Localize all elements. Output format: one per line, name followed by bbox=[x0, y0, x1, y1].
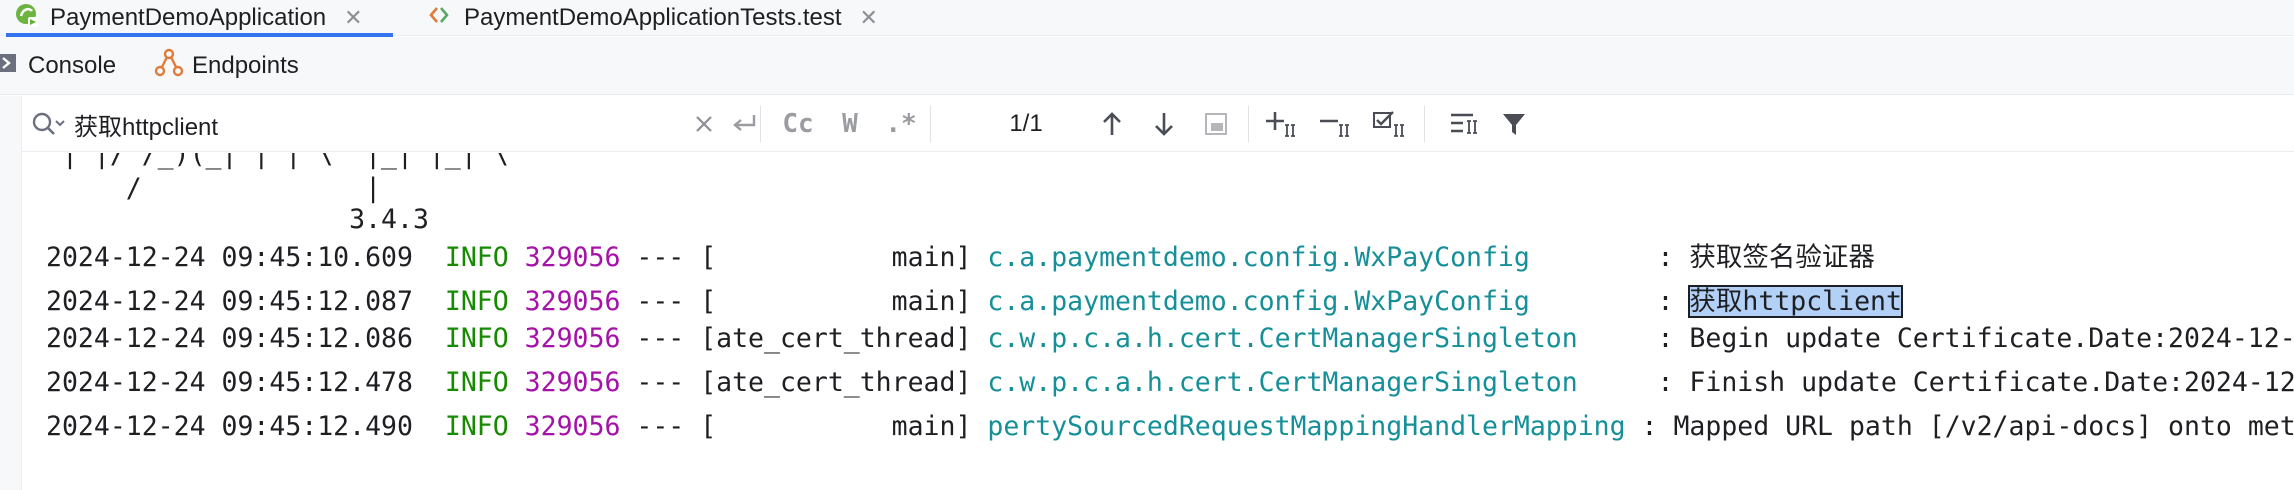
log-logger[interactable]: c.a.paymentdemo.config.WxPayConfig bbox=[987, 242, 1529, 273]
tab-payment-demo-application[interactable]: PaymentDemoApplication ✕ bbox=[6, 0, 393, 37]
remove-occurrence-icon[interactable] bbox=[1312, 96, 1360, 152]
filter-settings-icon[interactable] bbox=[1442, 96, 1486, 152]
select-all-icon[interactable] bbox=[1366, 96, 1414, 152]
log-pad bbox=[1578, 367, 1658, 398]
search-query: 获取httpclient bbox=[74, 113, 219, 141]
search-input[interactable]: 获取httpclient bbox=[74, 96, 674, 152]
log-colon: : bbox=[1657, 242, 1690, 273]
log-timestamp: 2024-12-24 09:45:12.087 bbox=[46, 286, 413, 317]
log-thread: [ate_cert_thread] bbox=[700, 323, 972, 354]
console-icon bbox=[0, 52, 18, 81]
separator bbox=[1248, 106, 1249, 142]
console-side-toolbar bbox=[0, 96, 22, 490]
filter-icon[interactable] bbox=[1492, 96, 1536, 152]
separator bbox=[1424, 106, 1425, 142]
match-case-button[interactable]: Cc bbox=[774, 96, 822, 152]
arrow-down-icon[interactable] bbox=[1142, 96, 1186, 152]
tab-label: PaymentDemoApplicationTests.test bbox=[464, 4, 842, 31]
log-level: INFO bbox=[428, 242, 509, 273]
log-separator: --- bbox=[620, 242, 701, 273]
tab-label: PaymentDemoApplication bbox=[50, 4, 327, 31]
match-count: 1/1 bbox=[986, 96, 1066, 152]
tab-payment-demo-application-tests[interactable]: PaymentDemoApplicationTests.test ✕ bbox=[428, 0, 878, 36]
log-line: 2024-12-24 09:45:12.086 INFO 329056 --- … bbox=[46, 323, 2294, 354]
editor-tab-bar: PaymentDemoApplication ✕ PaymentDemoAppl… bbox=[0, 0, 2294, 37]
log-message: 获取签名验证器 bbox=[1689, 242, 1875, 273]
log-level: INFO bbox=[428, 286, 509, 317]
log-pid: 329056 bbox=[524, 323, 621, 354]
search-match-highlight: 获取httpclient bbox=[1688, 285, 1903, 318]
log-colon: : bbox=[1657, 367, 1690, 398]
regex-label: .* bbox=[885, 109, 917, 139]
log-pid: 329056 bbox=[524, 286, 621, 317]
new-line-icon[interactable] bbox=[724, 96, 764, 152]
log-separator: --- bbox=[620, 411, 701, 442]
log-level: INFO bbox=[428, 367, 509, 398]
log-message: Finish update Certificate.Date:2024-12-2… bbox=[1689, 367, 2294, 398]
spring-boot-run-icon bbox=[14, 2, 40, 35]
log-thread: [ main] bbox=[700, 242, 972, 273]
log-timestamp: 2024-12-24 09:45:12.086 bbox=[46, 323, 413, 354]
banner-line: | |/ /_)(_| | | \ |_| |_| \ bbox=[46, 153, 509, 170]
log-logger[interactable]: pertySourcedRequestMappingHandlerMapping bbox=[987, 411, 1625, 442]
log-colon: : bbox=[1657, 286, 1690, 317]
log-logger[interactable]: c.a.paymentdemo.config.WxPayConfig bbox=[987, 286, 1529, 317]
log-separator: --- bbox=[620, 367, 701, 398]
log-line: 2024-12-24 09:45:12.087 INFO 329056 --- … bbox=[46, 279, 1903, 318]
arrow-up-icon[interactable] bbox=[1090, 96, 1134, 152]
log-timestamp: 2024-12-24 09:45:12.478 bbox=[46, 367, 413, 398]
log-level: INFO bbox=[428, 323, 509, 354]
log-thread: [ main] bbox=[700, 411, 972, 442]
log-thread: [ main] bbox=[700, 286, 972, 317]
log-timestamp: 2024-12-24 09:45:12.490 bbox=[46, 411, 413, 442]
log-line: 2024-12-24 09:45:12.478 INFO 329056 --- … bbox=[46, 367, 2294, 398]
add-occurrence-icon[interactable] bbox=[1258, 96, 1306, 152]
tool-window-tab-bar: Console Endpoints bbox=[0, 37, 2294, 95]
select-all-occurrences-icon[interactable] bbox=[1194, 96, 1238, 152]
log-colon: : bbox=[1641, 411, 1674, 442]
tab-label: Console bbox=[28, 52, 117, 79]
console-output[interactable]: | |/ /_)(_| | | \ |_| |_| \ / | 3.4.3 20… bbox=[22, 153, 2294, 490]
banner-version: 3.4.3 bbox=[46, 204, 429, 235]
tab-endpoints[interactable]: Endpoints bbox=[154, 37, 299, 95]
log-message: Mapped URL path [/v2/api-docs] onto meth… bbox=[1673, 411, 2294, 442]
search-icon[interactable] bbox=[28, 96, 68, 152]
log-level: INFO bbox=[428, 411, 509, 442]
log-pid: 329056 bbox=[524, 411, 621, 442]
regex-button[interactable]: .* bbox=[880, 96, 922, 152]
match-case-label: Cc bbox=[782, 109, 814, 139]
close-icon[interactable]: ✕ bbox=[860, 5, 878, 31]
log-line: 2024-12-24 09:45:12.490 INFO 329056 --- … bbox=[46, 411, 2294, 442]
match-count-text: 1/1 bbox=[1009, 110, 1043, 137]
log-logger[interactable]: c.w.p.c.a.h.cert.CertManagerSingleton bbox=[987, 367, 1577, 398]
log-line: 2024-12-24 09:45:10.609 INFO 329056 --- … bbox=[46, 235, 1875, 274]
log-timestamp: 2024-12-24 09:45:10.609 bbox=[46, 242, 413, 273]
log-pad bbox=[1530, 286, 1658, 317]
test-file-icon bbox=[428, 4, 450, 33]
separator bbox=[930, 106, 931, 142]
banner-line: / | bbox=[46, 173, 382, 204]
separator bbox=[760, 106, 761, 142]
find-bar: 获取httpclient Cc W .* 1/1 bbox=[22, 96, 2294, 152]
close-icon[interactable]: ✕ bbox=[344, 5, 362, 31]
log-separator: --- bbox=[620, 286, 701, 317]
log-separator: --- bbox=[620, 323, 701, 354]
log-pid: 329056 bbox=[524, 242, 621, 273]
words-label: W bbox=[842, 109, 858, 139]
log-pad bbox=[1578, 323, 1658, 354]
log-pid: 329056 bbox=[524, 367, 621, 398]
log-pad bbox=[1626, 411, 1642, 442]
log-pad bbox=[1530, 242, 1658, 273]
log-colon: : bbox=[1657, 323, 1690, 354]
words-button[interactable]: W bbox=[830, 96, 870, 152]
clear-icon[interactable] bbox=[686, 96, 722, 152]
tab-console[interactable]: Console bbox=[0, 37, 116, 95]
endpoints-icon bbox=[154, 48, 184, 85]
log-logger[interactable]: c.w.p.c.a.h.cert.CertManagerSingleton bbox=[987, 323, 1577, 354]
tab-label: Endpoints bbox=[192, 52, 299, 79]
log-thread: [ate_cert_thread] bbox=[700, 367, 972, 398]
log-message: Begin update Certificate.Date:2024-12-24 bbox=[1689, 323, 2294, 354]
